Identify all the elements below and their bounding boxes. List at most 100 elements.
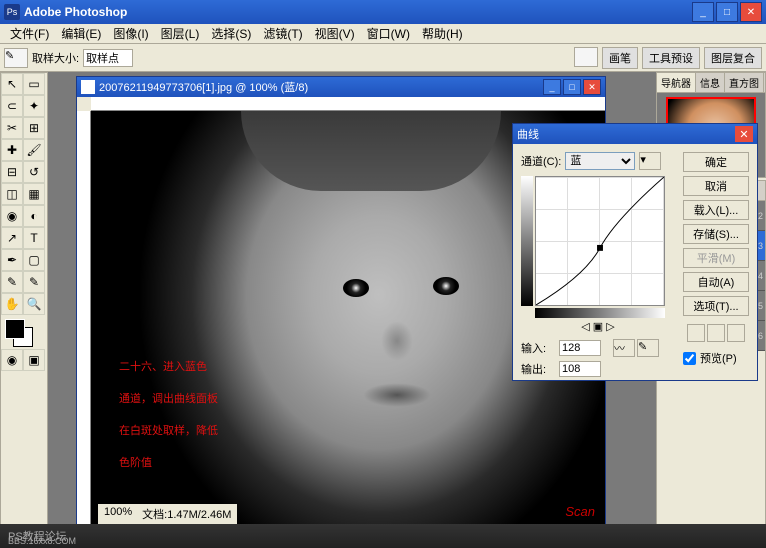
menu-select[interactable]: 选择(S): [205, 25, 257, 42]
doc-close-button[interactable]: ✕: [583, 79, 601, 95]
save-button[interactable]: 存储(S)...: [683, 224, 749, 244]
tab-layer-comps[interactable]: 图层复合: [704, 47, 762, 69]
dodge-tool[interactable]: ◐: [23, 205, 45, 227]
eyedropper-icon[interactable]: ✎: [4, 48, 28, 68]
gradient-horizontal: [535, 308, 665, 318]
history-brush-tool[interactable]: ↺: [23, 161, 45, 183]
maximize-button[interactable]: □: [716, 2, 738, 22]
pencil-tool-button[interactable]: ✎: [637, 339, 659, 357]
cancel-button[interactable]: 取消: [683, 176, 749, 196]
zoom-tool[interactable]: 🔍: [23, 293, 45, 315]
tab-histogram[interactable]: 直方图: [725, 73, 764, 92]
options-button[interactable]: 选项(T)...: [683, 296, 749, 316]
photo-eye-left: [343, 279, 369, 297]
filesize-status: 文档:1.47M/2.46M: [142, 506, 231, 522]
move-tool[interactable]: ↖: [1, 73, 23, 95]
status-strip: 100% 文档:1.47M/2.46M: [98, 504, 237, 524]
channel-menu-button[interactable]: ▾: [639, 152, 661, 170]
smooth-button: 平滑(M): [683, 248, 749, 268]
minimize-button[interactable]: _: [692, 2, 714, 22]
toolbox: ↖ ▭ ⊂ ✦ ✂ ⊞ ✚ 🖌 ⊟ ↺ ◫ ▦ ◉ ◐ ↗ T ✒ ▢ ✎ ✎ …: [0, 72, 48, 548]
menubar: 文件(F) 编辑(E) 图像(I) 图层(L) 选择(S) 滤镜(T) 视图(V…: [0, 24, 766, 44]
preview-checkbox[interactable]: [683, 352, 696, 365]
ruler-vertical[interactable]: [77, 111, 91, 548]
curve-grid[interactable]: [535, 176, 665, 306]
menu-window[interactable]: 窗口(W): [361, 25, 416, 42]
heal-tool[interactable]: ✚: [1, 139, 23, 161]
doc-minimize-button[interactable]: _: [543, 79, 561, 95]
path-tool[interactable]: ↗: [1, 227, 23, 249]
crop-tool[interactable]: ✂: [1, 117, 23, 139]
screenmode-tool[interactable]: ▣: [23, 349, 45, 371]
curve-path: [536, 177, 664, 305]
sample-size-input[interactable]: [83, 49, 133, 67]
zoom-level[interactable]: 100%: [104, 506, 132, 522]
curves-title-text: 曲线: [517, 126, 735, 142]
curves-titlebar[interactable]: 曲线 ✕: [513, 124, 757, 144]
brush-tool[interactable]: 🖌: [23, 139, 45, 161]
watermark-line2: BBS.16xx8.COM: [8, 536, 76, 546]
auto-button[interactable]: 自动(A): [683, 272, 749, 292]
type-tool[interactable]: T: [23, 227, 45, 249]
wand-tool[interactable]: ✦: [23, 95, 45, 117]
app-title: Adobe Photoshop: [24, 5, 692, 19]
tab-info[interactable]: 信息: [696, 73, 725, 92]
input-label: 输入:: [521, 340, 555, 356]
ruler-horizontal[interactable]: [91, 97, 605, 111]
slice-tool[interactable]: ⊞: [23, 117, 45, 139]
eyedropper-gray-icon[interactable]: [707, 324, 725, 342]
preview-label: 预览(P): [700, 350, 737, 366]
menu-layer[interactable]: 图层(L): [155, 25, 206, 42]
input-field[interactable]: [559, 340, 601, 356]
menu-help[interactable]: 帮助(H): [416, 25, 469, 42]
color-swatch[interactable]: [1, 319, 45, 349]
eyedropper-white-icon[interactable]: [727, 324, 745, 342]
options-bar: ✎ 取样大小: 画笔 工具预设 图层复合: [0, 44, 766, 72]
eyedropper-black-icon[interactable]: [687, 324, 705, 342]
annotation-line1: 二十六、进入蓝色: [119, 351, 218, 383]
menu-image[interactable]: 图像(I): [107, 25, 154, 42]
blur-tool[interactable]: ◉: [1, 205, 23, 227]
eraser-tool[interactable]: ◫: [1, 183, 23, 205]
scan-watermark: Scan: [565, 504, 595, 519]
annotation-line4: 色阶值: [119, 447, 218, 479]
eyedropper-tool[interactable]: ✎: [23, 271, 45, 293]
quickmask-tool[interactable]: ◉: [1, 349, 23, 371]
fg-color[interactable]: [5, 319, 25, 339]
gradient-vertical: [521, 176, 533, 306]
tab-brush[interactable]: 画笔: [602, 47, 638, 69]
close-button[interactable]: ✕: [740, 2, 762, 22]
tab-navigator[interactable]: 导航器: [657, 73, 696, 92]
document-titlebar[interactable]: 20076211949773706[1].jpg @ 100% (蓝/8) _ …: [77, 77, 605, 97]
palette-toggle-icon[interactable]: [574, 47, 598, 67]
curves-dialog: 曲线 ✕ 通道(C): 蓝 ▾ ◁ ▣ ▷: [512, 123, 758, 381]
gradient-tool[interactable]: ▦: [23, 183, 45, 205]
menu-view[interactable]: 视图(V): [309, 25, 361, 42]
stamp-tool[interactable]: ⊟: [1, 161, 23, 183]
tab-tool-presets[interactable]: 工具预设: [642, 47, 700, 69]
notes-tool[interactable]: ✎: [1, 271, 23, 293]
curve-tool-button[interactable]: 〰: [613, 339, 635, 357]
photo-eye-right: [433, 277, 459, 295]
lasso-tool[interactable]: ⊂: [1, 95, 23, 117]
output-field[interactable]: [559, 361, 601, 377]
channel-select[interactable]: 蓝: [565, 152, 635, 170]
doc-filename: 20076211949773706[1].jpg @ 100% (蓝/8): [99, 79, 541, 95]
photo-nose: [381, 321, 413, 361]
load-button[interactable]: 载入(L)...: [683, 200, 749, 220]
menu-filter[interactable]: 滤镜(T): [257, 25, 308, 42]
channel-label: 通道(C):: [521, 153, 561, 169]
shape-tool[interactable]: ▢: [23, 249, 45, 271]
gradient-arrows-icon[interactable]: ◁ ▣ ▷: [581, 320, 614, 333]
doc-maximize-button[interactable]: □: [563, 79, 581, 95]
output-label: 输出:: [521, 361, 555, 377]
annotation-line3: 在白斑处取样，降低: [119, 415, 218, 447]
curves-close-button[interactable]: ✕: [735, 126, 753, 142]
hand-tool[interactable]: ✋: [1, 293, 23, 315]
app-icon: Ps: [4, 4, 20, 20]
menu-edit[interactable]: 编辑(E): [55, 25, 107, 42]
marquee-tool[interactable]: ▭: [23, 73, 45, 95]
pen-tool[interactable]: ✒: [1, 249, 23, 271]
menu-file[interactable]: 文件(F): [4, 25, 55, 42]
ok-button[interactable]: 确定: [683, 152, 749, 172]
